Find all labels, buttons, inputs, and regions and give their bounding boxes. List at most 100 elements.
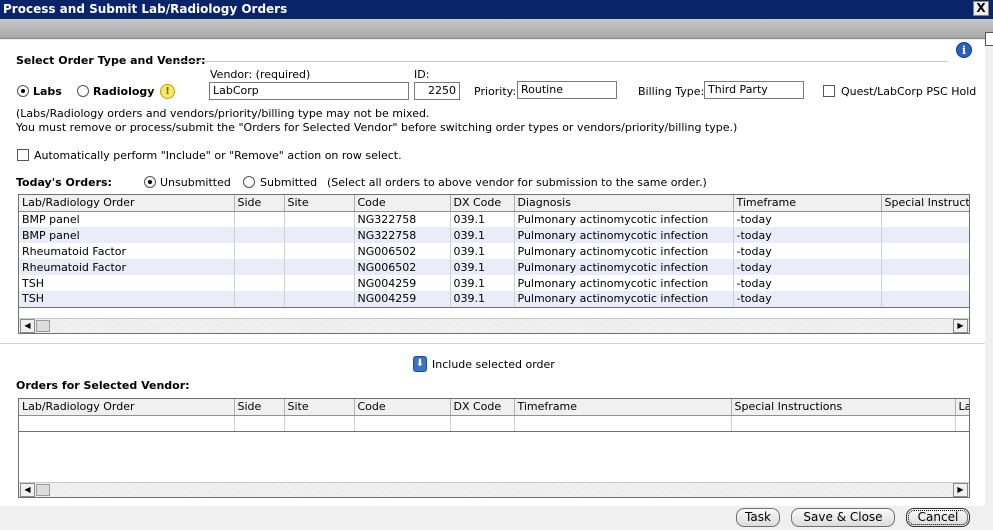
radiology-radio-label[interactable]: Radiology xyxy=(93,85,154,98)
scroll-left-button[interactable]: ◀ xyxy=(20,319,35,333)
cell-side xyxy=(234,275,285,291)
col-header-code[interactable]: Code xyxy=(354,195,451,212)
col-header-order[interactable]: Lab/Radiology Order xyxy=(19,399,235,416)
down-arrow-icon[interactable]: ⬇ xyxy=(413,356,427,372)
col-header-side[interactable]: Side xyxy=(234,399,285,416)
info-icon[interactable]: i xyxy=(956,42,972,58)
auto-action-label[interactable]: Automatically perform "Include" or "Remo… xyxy=(34,149,402,162)
cell-side xyxy=(234,211,285,227)
col-header-order[interactable]: Lab/Radiology Order xyxy=(19,195,235,212)
col-header-diagnosis[interactable]: Diagnosis xyxy=(514,195,734,212)
priority-field[interactable]: Routine xyxy=(517,81,617,99)
notice-line-2: You must remove or process/submit the "O… xyxy=(16,121,738,134)
cell-side xyxy=(234,259,285,275)
col-header-timeframe[interactable]: Timeframe xyxy=(514,399,732,416)
include-selected-order-button[interactable]: Include selected order xyxy=(432,358,555,371)
scroll-right-button[interactable]: ▶ xyxy=(953,319,968,333)
table-row[interactable]: Rheumatoid Factor NG006502 039.1 Pulmona… xyxy=(19,259,969,275)
scroll-thumb[interactable] xyxy=(36,484,50,496)
cell-special-instructions xyxy=(881,227,969,243)
labs-radio[interactable] xyxy=(17,85,29,97)
cell-empty xyxy=(354,415,451,432)
notice-line-1: (Labs/Radiology orders and vendors/prior… xyxy=(16,107,430,120)
psc-hold-label[interactable]: Quest/LabCorp PSC Hold xyxy=(841,85,976,98)
cancel-button[interactable]: Cancel xyxy=(906,508,970,527)
vendor-orders-header: Lab/Radiology Order Side Site Code DX Co… xyxy=(19,399,969,416)
col-header-code[interactable]: Code xyxy=(354,399,451,416)
scroll-left-button[interactable]: ◀ xyxy=(20,483,35,497)
cell-order: Rheumatoid Factor xyxy=(19,259,235,275)
col-header-timeframe[interactable]: Timeframe xyxy=(733,195,882,212)
vendor-orders-grid: Lab/Radiology Order Side Site Code DX Co… xyxy=(18,398,970,498)
cell-code: NG006502 xyxy=(354,243,451,259)
cell-code: NG322758 xyxy=(354,227,451,243)
section-divider xyxy=(178,61,948,62)
billing-type-label: Billing Type: xyxy=(638,85,705,98)
todays-orders-grid: Lab/Radiology Order Side Site Code DX Co… xyxy=(18,194,970,334)
cell-site xyxy=(284,227,355,243)
cell-site xyxy=(284,275,355,291)
task-button[interactable]: Task xyxy=(736,508,780,527)
cell-empty xyxy=(284,415,355,432)
vendor-orders-title: Orders for Selected Vendor: xyxy=(16,379,190,392)
scroll-right-button[interactable]: ▶ xyxy=(953,483,968,497)
unsubmitted-radio[interactable] xyxy=(144,176,156,188)
col-header-dx-code[interactable]: DX Code xyxy=(450,399,515,416)
labs-radio-label[interactable]: Labs xyxy=(33,85,62,98)
order-selection-panel: Select Order Type and Vendor: i Labs Rad… xyxy=(0,40,985,343)
table-row[interactable]: Rheumatoid Factor NG006502 039.1 Pulmona… xyxy=(19,243,969,259)
cell-timeframe: -today xyxy=(733,227,882,243)
col-header-side[interactable]: Side xyxy=(234,195,285,212)
psc-hold-checkbox[interactable] xyxy=(823,85,835,97)
cell-empty xyxy=(731,415,956,432)
col-header-dx-code[interactable]: DX Code xyxy=(450,195,515,212)
vendor-orders-hscrollbar[interactable]: ◀ ▶ xyxy=(19,482,969,497)
table-row[interactable]: TSH NG004259 039.1 Pulmonary actinomycot… xyxy=(19,275,969,291)
warning-icon: ! xyxy=(160,84,175,99)
todays-orders-header: Lab/Radiology Order Side Site Code DX Co… xyxy=(19,195,969,212)
cell-code: NG322758 xyxy=(354,211,451,227)
table-row[interactable]: TSH NG004259 039.1 Pulmonary actinomycot… xyxy=(19,291,969,308)
priority-label: Priority: xyxy=(474,85,517,98)
cell-code: NG006502 xyxy=(354,259,451,275)
cell-dx-code: 039.1 xyxy=(450,243,515,259)
window-titlebar: Process and Submit Lab/Radiology Orders … xyxy=(0,0,993,19)
toolbar-band xyxy=(0,19,993,39)
col-header-special-instructions[interactable]: Special Instructions xyxy=(731,399,956,416)
cell-special-instructions xyxy=(881,259,969,275)
cell-order: BMP panel xyxy=(19,211,235,227)
todays-orders-hscrollbar[interactable]: ◀ ▶ xyxy=(19,318,969,333)
cell-empty xyxy=(955,415,969,432)
col-header-special-instructions[interactable]: Special Instructio xyxy=(881,195,969,212)
cell-empty xyxy=(234,415,285,432)
window-title: Process and Submit Lab/Radiology Orders xyxy=(3,2,288,16)
id-field[interactable]: 2250 xyxy=(414,82,460,100)
submitted-radio[interactable] xyxy=(243,176,255,188)
save-close-button[interactable]: Save & Close xyxy=(791,508,895,527)
cell-diagnosis: Pulmonary actinomycotic infection xyxy=(514,259,734,275)
auto-action-checkbox[interactable] xyxy=(17,149,29,161)
billing-type-field[interactable]: Third Party xyxy=(704,81,804,99)
col-header-site[interactable]: Site xyxy=(284,399,355,416)
close-button[interactable]: X xyxy=(973,1,989,16)
cell-dx-code: 039.1 xyxy=(450,227,515,243)
cell-dx-code: 039.1 xyxy=(450,211,515,227)
table-row[interactable]: BMP panel NG322758 039.1 Pulmonary actin… xyxy=(19,227,969,243)
col-header-la[interactable]: La xyxy=(955,399,969,416)
vendor-field[interactable]: LabCorp xyxy=(209,82,409,100)
cell-order: BMP panel xyxy=(19,227,235,243)
id-label: ID: xyxy=(414,68,430,81)
cell-diagnosis: Pulmonary actinomycotic infection xyxy=(514,211,734,227)
unsubmitted-radio-label[interactable]: Unsubmitted xyxy=(160,176,231,189)
cell-dx-code: 039.1 xyxy=(450,291,515,308)
submitted-radio-label[interactable]: Submitted xyxy=(260,176,317,189)
scroll-thumb[interactable] xyxy=(36,320,50,332)
col-header-site[interactable]: Site xyxy=(284,195,355,212)
cell-empty xyxy=(514,415,732,432)
table-row[interactable] xyxy=(19,415,969,432)
cell-dx-code: 039.1 xyxy=(450,259,515,275)
radiology-radio[interactable] xyxy=(77,85,89,97)
cell-code: NG004259 xyxy=(354,291,451,308)
table-row[interactable]: BMP panel NG322758 039.1 Pulmonary actin… xyxy=(19,211,969,227)
cell-code: NG004259 xyxy=(354,275,451,291)
